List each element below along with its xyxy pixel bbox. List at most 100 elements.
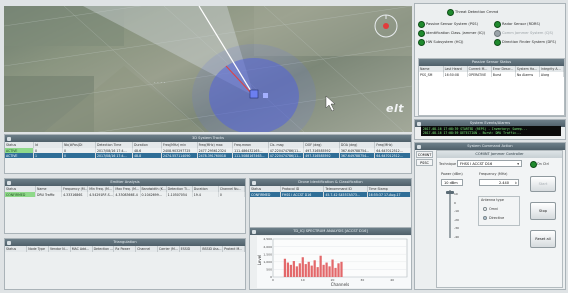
indicator-label-1: Passive Sensor System (PSS) bbox=[426, 22, 478, 26]
x-axis-label: Channels bbox=[331, 282, 350, 287]
directive-label: Directive bbox=[489, 216, 505, 220]
status-led-icon bbox=[494, 39, 501, 46]
y-tick-label: 500 bbox=[266, 268, 272, 272]
start-button[interactable]: Start bbox=[530, 176, 556, 192]
radio-omni[interactable] bbox=[483, 207, 487, 211]
panel-icon bbox=[7, 240, 11, 245]
col-header[interactable]: Status bbox=[5, 246, 28, 252]
power-label: Power (dBm) bbox=[441, 172, 463, 176]
spectrum-title: TD_ICJ SPECTRUM ANALYSIS [ACCST D16] bbox=[250, 228, 411, 235]
scale-tick: 0 bbox=[454, 200, 456, 205]
cell: 4.3308366E-4 bbox=[113, 192, 141, 197]
spectrum-bar bbox=[304, 264, 307, 277]
scale-tick: 10 bbox=[454, 192, 458, 196]
col-header[interactable]: Channel bbox=[135, 246, 158, 252]
y-tick-label: 2,500 bbox=[263, 237, 272, 241]
table-row-selected[interactable]: ACTIVE 1 0 2017/08/16 17:4... 48.8 2474.… bbox=[5, 153, 411, 158]
power-slider-track[interactable] bbox=[449, 190, 451, 238]
panel-icon bbox=[417, 144, 421, 149]
cell: 2017/08/16 17:4... bbox=[95, 153, 133, 158]
emitters-table: Status Name Frequency (M... Min Freq. (M… bbox=[5, 186, 245, 197]
jammer-title: COMINT Jammer Controller bbox=[437, 151, 562, 158]
spectrum-bar bbox=[316, 267, 319, 277]
cell: 45.7.42 S4557A573... bbox=[323, 192, 368, 197]
pss-status-table: Passive Sensor Status Name Last Heard Cu… bbox=[418, 58, 565, 116]
col-header[interactable]: Carrier (M... bbox=[157, 246, 180, 252]
col-header[interactable]: Rx Power bbox=[113, 246, 137, 252]
indicator-label-4: Comm Jammer System (CJS) bbox=[502, 31, 554, 35]
scale-tick: -30 bbox=[454, 226, 459, 231]
mouse-cursor-icon bbox=[325, 95, 336, 112]
elt-logo: elt bbox=[386, 102, 404, 115]
col-header[interactable]: ESSID bbox=[179, 246, 202, 252]
spectrum-bar bbox=[301, 257, 304, 277]
spinner-icon[interactable]: ⇕ bbox=[514, 180, 517, 186]
panel-icon bbox=[252, 180, 256, 185]
frequency-field[interactable]: 2.440 ⇕ bbox=[479, 179, 519, 186]
emitters-title-text: Emitter Analysis bbox=[110, 180, 140, 184]
sensor-node-icon-2[interactable] bbox=[263, 93, 268, 98]
track-status: ACTIVE bbox=[5, 153, 34, 158]
spectrum-chart[interactable]: 2,500 2,000 1,500 1,000 500 0 0 10 20 30 40 Chann… bbox=[257, 236, 411, 288]
tab-comint[interactable]: COMINT bbox=[416, 151, 433, 158]
spectrum-bar bbox=[286, 262, 290, 277]
spectrum-bar bbox=[319, 255, 322, 277]
power-slider-handle[interactable] bbox=[446, 191, 454, 194]
indicator-label-6: Direction Finder System (DFS) bbox=[502, 40, 556, 44]
panel-icon bbox=[7, 136, 11, 141]
cell: DRU Traffic bbox=[35, 192, 63, 197]
status-led-icon bbox=[447, 9, 454, 16]
frequency-label: Frequency (MHz) bbox=[479, 172, 508, 176]
spectrum-bar bbox=[322, 264, 325, 277]
drone-title-text: Drone Identification & Classification bbox=[298, 180, 363, 184]
drone-id-panel: Drone Identification & Classification St… bbox=[249, 178, 412, 234]
status-led-off-icon bbox=[494, 30, 501, 37]
emitter-status: CONFIRMED bbox=[5, 192, 36, 197]
col-header[interactable]: Detection ... bbox=[92, 246, 115, 252]
col-header[interactable]: Node Type bbox=[26, 246, 50, 252]
table-row[interactable]: CONFIRMED DRU Traffic 4.3331686S 4.54291… bbox=[5, 192, 245, 197]
table-row[interactable]: PSS_SM 16:50:08 OPERATIVE Burst No Alarm… bbox=[419, 72, 565, 77]
panel-icon bbox=[7, 180, 11, 185]
sensor-node-icon[interactable] bbox=[249, 89, 259, 99]
chevron-down-icon: ▾ bbox=[517, 162, 519, 166]
indicator-label-2: Radar Sensor (RDRS) bbox=[502, 22, 541, 26]
cell: 47.220474786/11... bbox=[268, 153, 305, 158]
antenna-label: Antenna type bbox=[481, 198, 504, 202]
x-tick-label: 10 bbox=[301, 278, 305, 282]
command-title-text: System Command Action bbox=[467, 144, 513, 148]
power-field[interactable]: 10 dBm bbox=[441, 179, 463, 186]
status-led-icon bbox=[418, 21, 425, 28]
table-row[interactable]: ACTIVE 0 0 2017/08/16 17:4... 48.6 2408.… bbox=[5, 148, 411, 153]
spectrum-svg: 2,5002,0001,5001,0005000 0 10 20 30 40 Chann… bbox=[257, 237, 408, 287]
cell: 64.647012512... bbox=[374, 153, 411, 158]
stop-button[interactable]: Stop bbox=[530, 202, 556, 220]
event-log[interactable]: 2017-08-16 17:08:39 STARTED (REPS) - Inv… bbox=[421, 126, 561, 136]
indicator-label-5: HW Subsystem (HCJ) bbox=[426, 40, 464, 44]
spectrum-bar bbox=[295, 266, 298, 277]
col-header[interactable]: Vendor N... bbox=[48, 246, 71, 252]
col-header[interactable]: MAC Add... bbox=[70, 246, 93, 252]
spectrum-bar bbox=[340, 261, 343, 277]
table-row-selected[interactable]: CONFIRMED FHSS I ACCST D16 45.7.42 S4557… bbox=[250, 192, 411, 197]
scale-tick: -20 bbox=[454, 217, 459, 222]
technique-value: FHSS I ACCST D16 bbox=[460, 162, 493, 166]
tactical-map[interactable]: · · · · elt bbox=[4, 6, 412, 132]
spectrum-bar bbox=[283, 258, 287, 277]
col-header[interactable]: BSSID Ass... bbox=[200, 246, 224, 252]
cell: 1 bbox=[33, 153, 63, 158]
cell: 4.54291RF-S... bbox=[87, 192, 115, 197]
panel-icon bbox=[252, 229, 256, 234]
emitters-title: Emitter Analysis bbox=[5, 179, 245, 186]
col-header[interactable]: Protect M... bbox=[222, 246, 245, 252]
status-led-icon bbox=[418, 30, 425, 37]
power-scale: 10 0 -10 -20 -30 -40 bbox=[454, 190, 459, 242]
technique-select[interactable]: FHSS I ACCST D16 ▾ bbox=[457, 160, 522, 167]
radio-directive[interactable] bbox=[483, 216, 487, 220]
reset-all-button[interactable]: Reset all bbox=[530, 230, 556, 248]
cell: No Alarms bbox=[515, 72, 540, 77]
subsystem-status-panel: Threat Detection Cmmd Passive Sensor Sys… bbox=[414, 3, 566, 117]
y-tick-label: 1,000 bbox=[263, 260, 272, 264]
tab-pssc[interactable]: PSSC bbox=[416, 159, 433, 166]
tri-title-text: Triangulation bbox=[113, 240, 137, 244]
